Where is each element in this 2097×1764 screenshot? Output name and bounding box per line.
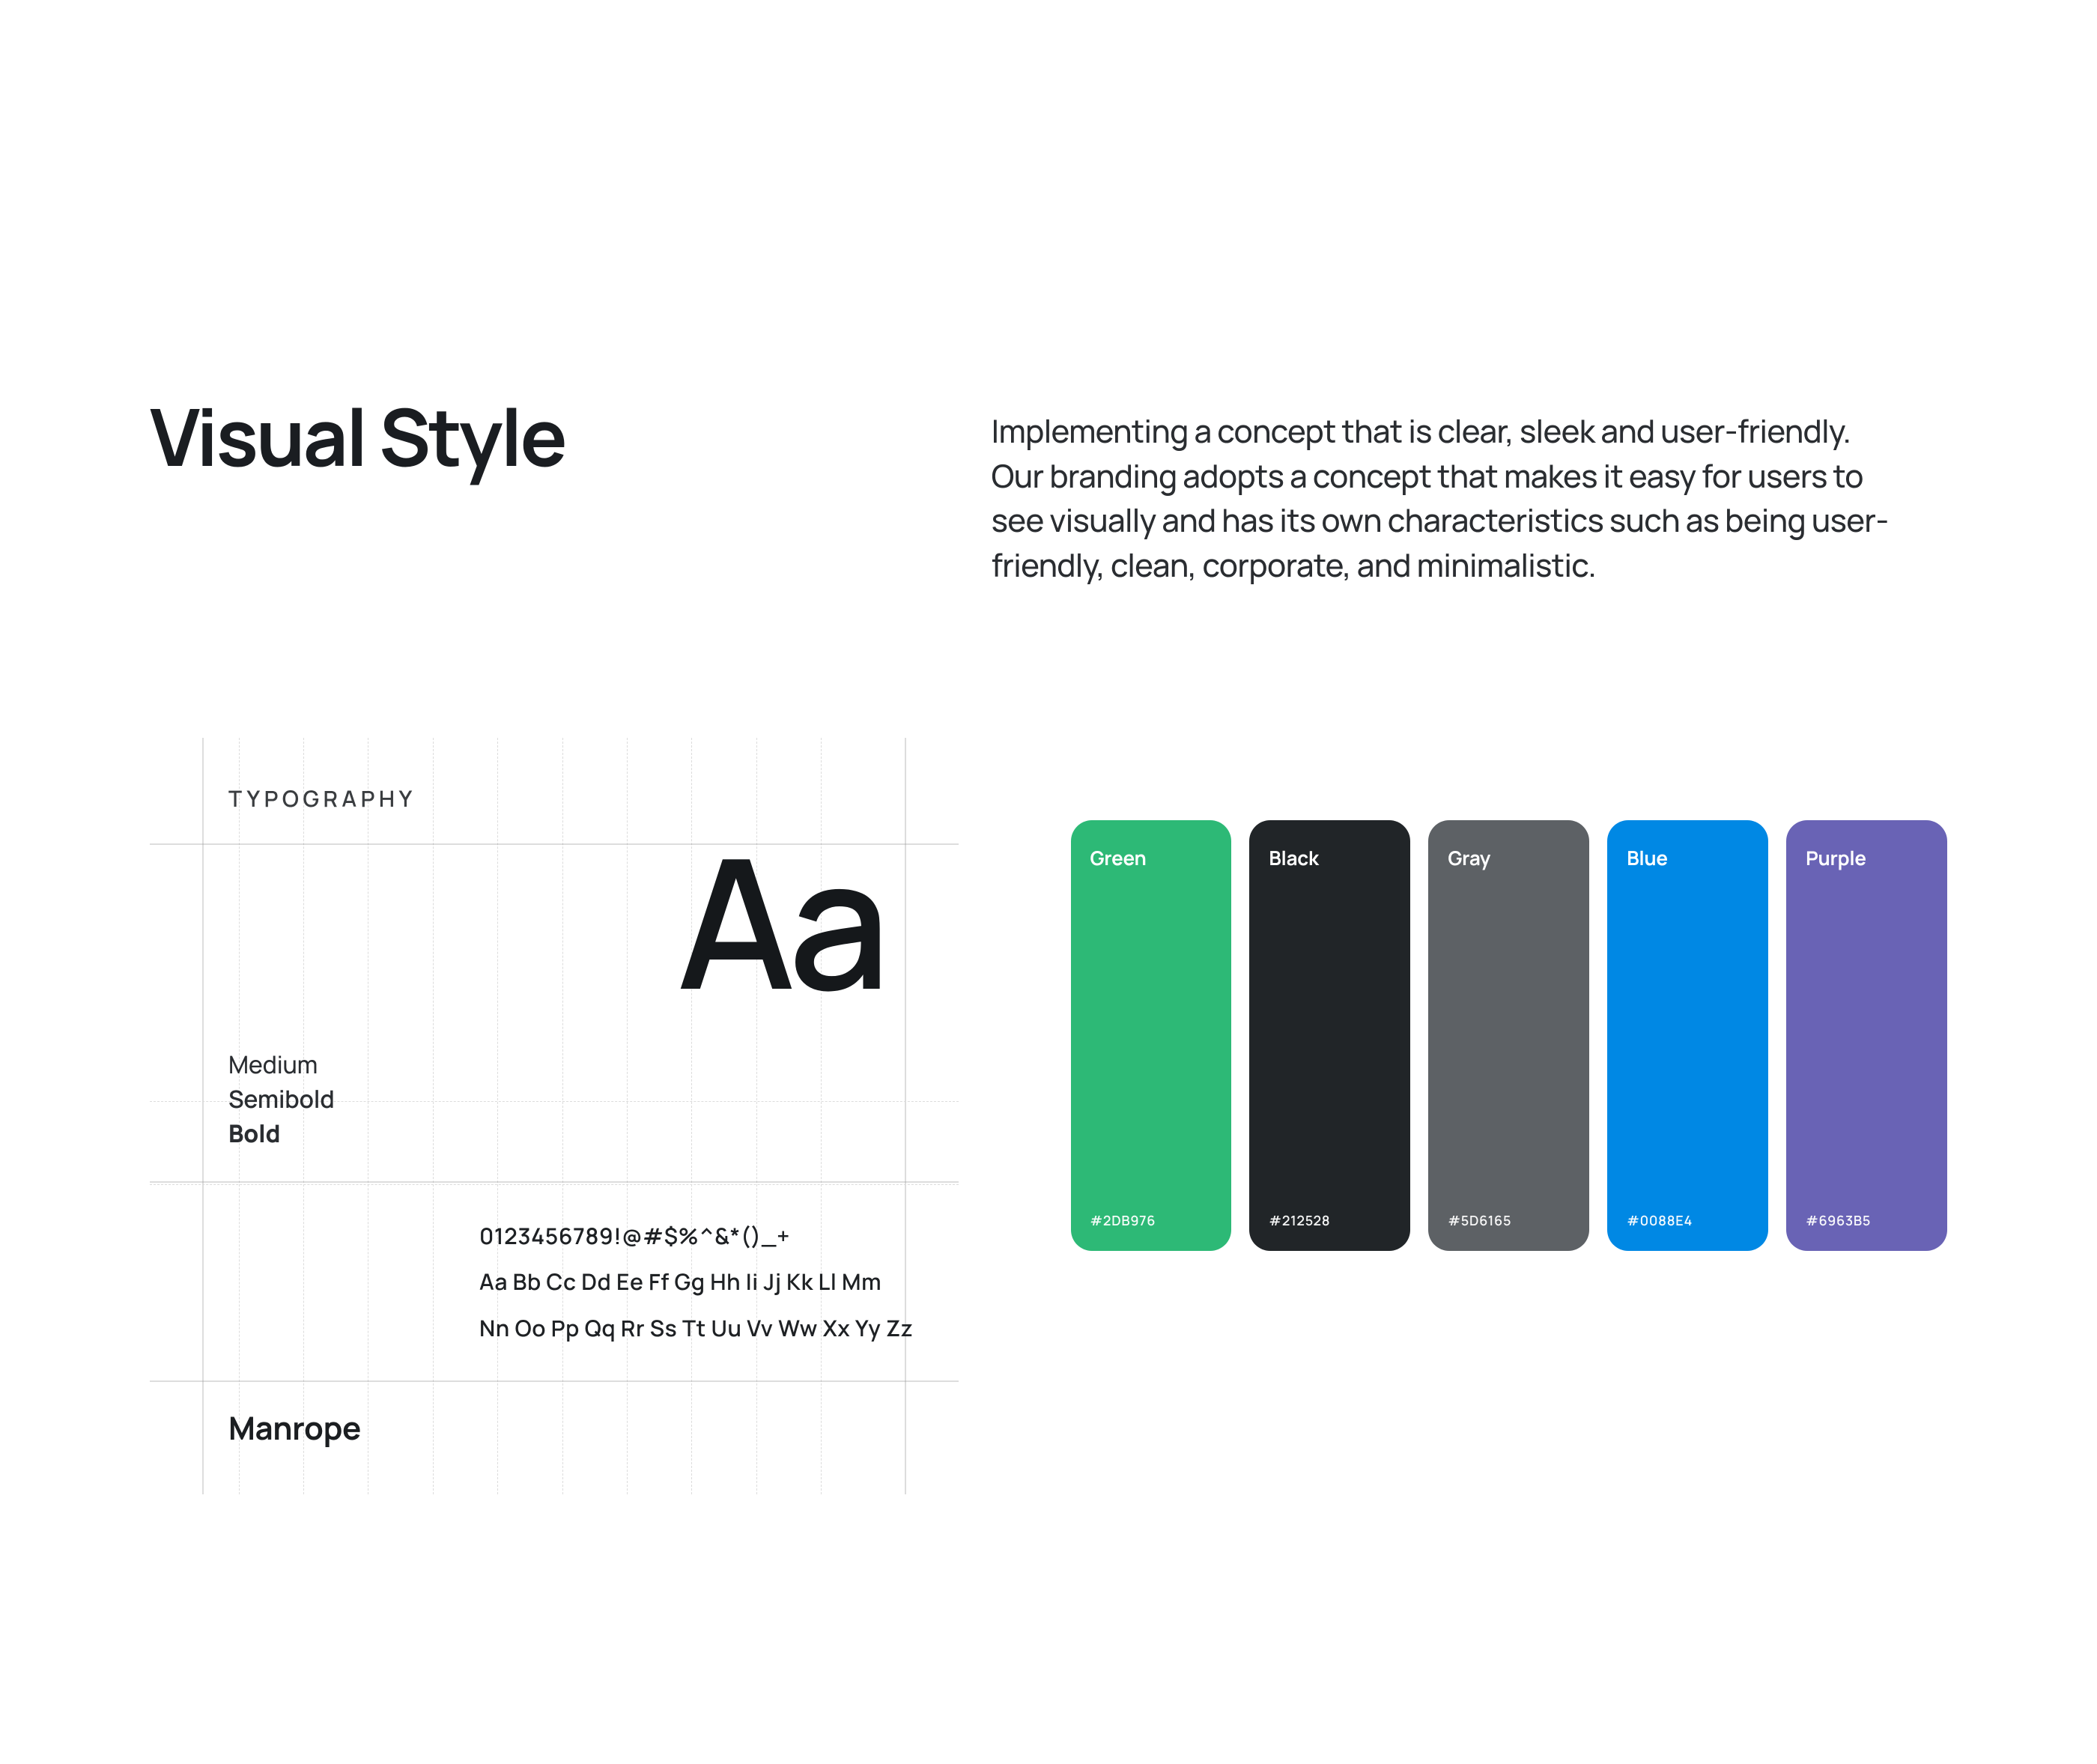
weight-medium: Medium [228,1047,959,1082]
color-palette: Green #2DB976 Black #212528 Gray #5D6165… [1071,738,1948,1251]
swatch-purple: Purple #6963B5 [1786,820,1947,1251]
swatch-name: Gray [1448,844,1490,871]
swatch-hex: #6963B5 [1806,1212,1871,1230]
swatch-name: Purple [1806,844,1866,871]
character-set: 0123456789!@#$%^&*()_+ Aa Bb Cc Dd Ee Ff… [150,1181,959,1383]
swatch-blue: Blue #0088E4 [1607,820,1768,1251]
type-specimen: Aa [677,830,884,1010]
swatch-name: Green [1090,844,1147,871]
char-row-lower: Nn Oo Pp Qq Rr Ss Tt Uu Vv Ww Xx Yy Zz [479,1305,914,1351]
swatch-gray: Gray #5D6165 [1428,820,1589,1251]
typography-panel: TYPOGRAPHY Aa Medium Semibold Bold 01234… [150,738,959,1495]
char-row-upper: Aa Bb Cc Dd Ee Ff Gg Hh Ii Jj Kk Ll Mm [479,1258,914,1305]
page-description: Implementing a concept that is clear, sl… [992,409,1890,588]
swatch-hex: #212528 [1269,1212,1330,1230]
swatch-hex: #2DB976 [1090,1212,1156,1230]
swatch-black: Black #212528 [1249,820,1410,1251]
font-name: Manrope [150,1382,959,1494]
swatch-name: Black [1269,844,1318,871]
swatch-hex: #0088E4 [1627,1212,1693,1230]
swatch-green: Green #2DB976 [1071,820,1232,1251]
char-row-numbers: 0123456789!@#$%^&*()_+ [479,1213,914,1259]
weight-semibold: Semibold [228,1082,959,1116]
weight-bold: Bold [228,1116,959,1151]
swatch-hex: #5D6165 [1448,1212,1511,1230]
swatch-name: Blue [1627,844,1668,871]
page-title: Visual Style [150,397,947,476]
